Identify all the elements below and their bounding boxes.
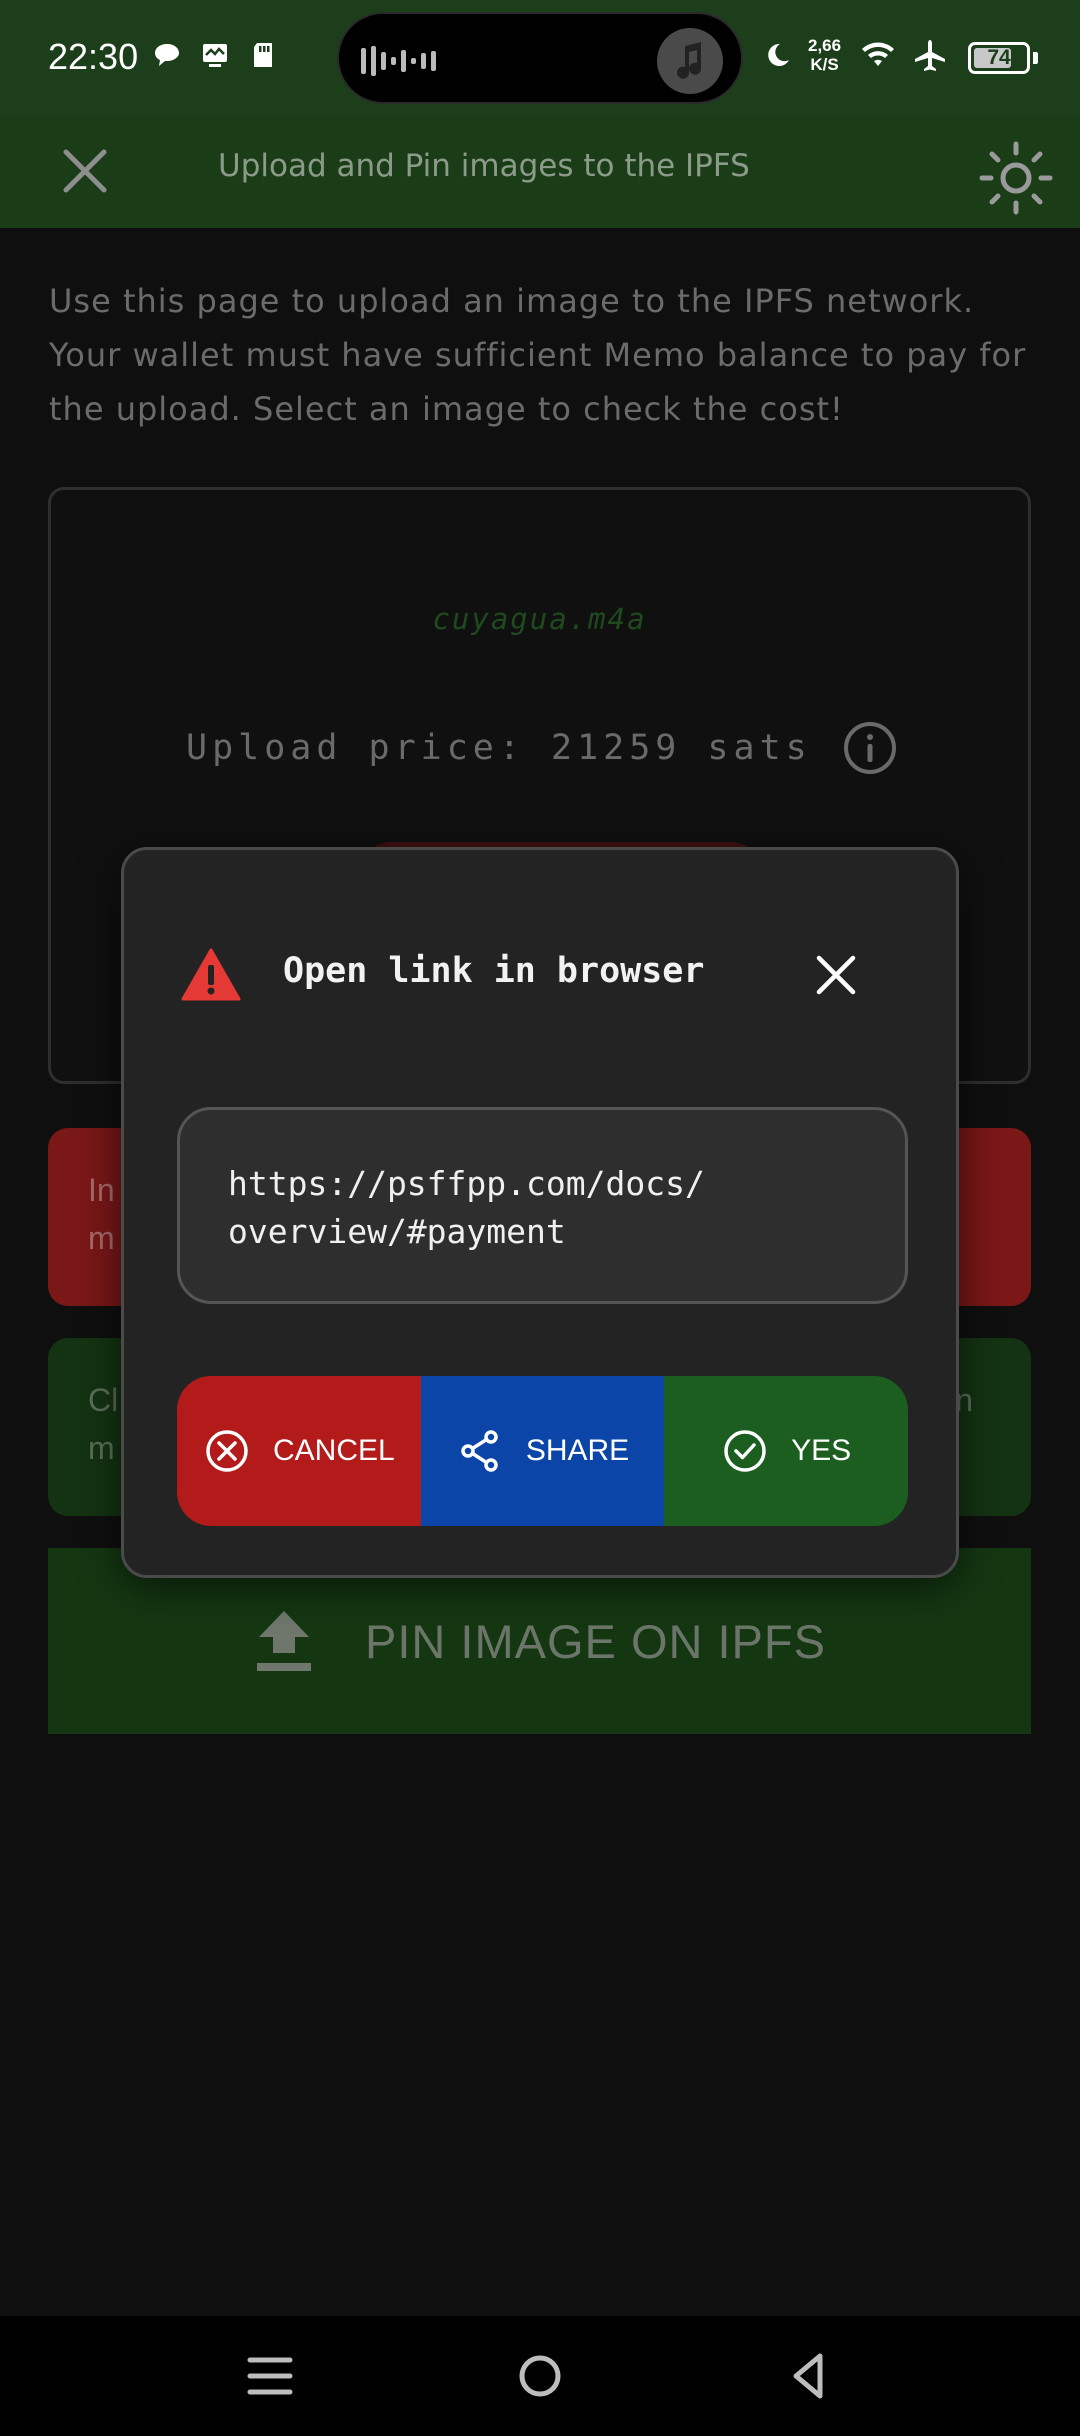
share-label: SHARE xyxy=(525,1434,630,1467)
pin-image-label: PIN IMAGE ON IPFS xyxy=(365,1614,826,1668)
battery-tip xyxy=(1033,52,1038,64)
share-icon xyxy=(461,1430,498,1472)
warning-icon xyxy=(181,948,241,1001)
wifi-icon xyxy=(862,42,894,66)
close-icon[interactable] xyxy=(58,144,112,198)
dialog-actions: CANCEL SHARE YES xyxy=(177,1376,908,1526)
airplane-icon xyxy=(915,40,945,71)
page-title: Upload and Pin images to the IPFS xyxy=(218,148,750,184)
network-speed-value: 2,66 xyxy=(808,36,842,55)
cancel-circle-icon xyxy=(206,1430,248,1472)
dialog-close-icon[interactable] xyxy=(814,953,858,997)
sd-card-icon xyxy=(254,43,272,67)
info-banner-line-1: Cl xyxy=(88,1382,119,1418)
info-banner-text: Cl m xyxy=(88,1376,118,1472)
menu-icon[interactable] xyxy=(240,2346,300,2406)
network-speed: 2,66 K/S xyxy=(808,36,841,74)
battery-icon: 74 xyxy=(968,42,1030,74)
audio-wave-icon xyxy=(361,46,436,76)
network-speed-unit: K/S xyxy=(810,55,839,74)
upload-price-row: Upload price: 21259 sats xyxy=(186,718,898,778)
music-icon[interactable] xyxy=(657,28,723,94)
info-icon[interactable] xyxy=(842,720,898,776)
navigation-bar xyxy=(0,2316,1080,2436)
dynamic-island[interactable] xyxy=(337,12,743,104)
error-banner-text: In m xyxy=(88,1166,115,1262)
error-banner-line-1: In xyxy=(88,1172,115,1208)
cancel-button[interactable]: CANCEL xyxy=(177,1376,421,1526)
home-icon[interactable] xyxy=(510,2346,570,2406)
upload-price: Upload price: 21259 sats xyxy=(186,728,812,768)
app-bar: Upload and Pin images to the IPFS xyxy=(0,116,1080,228)
battery-level: 74 xyxy=(987,46,1011,69)
link-url-field[interactable]: https://psffpp.com/docs/ overview/#payme… xyxy=(177,1107,908,1304)
info-banner-line-2: m xyxy=(88,1430,115,1466)
share-button[interactable]: SHARE xyxy=(420,1376,665,1526)
link-url-line-1: https://psffpp.com/docs/ xyxy=(228,1164,705,1203)
check-circle-icon xyxy=(724,1430,766,1472)
sun-icon[interactable] xyxy=(978,140,1054,216)
dialog-title: Open link in browser xyxy=(283,951,705,991)
upload-icon xyxy=(257,1611,312,1671)
yes-label: YES xyxy=(791,1434,852,1467)
error-banner-line-2: m xyxy=(88,1220,115,1256)
page-description: Use this page to upload an image to the … xyxy=(49,282,1027,428)
status-time: 22:30 xyxy=(48,36,139,77)
monitor-icon xyxy=(203,44,227,67)
selected-filename: cuyagua.m4a xyxy=(432,602,647,636)
yes-button[interactable]: YES xyxy=(664,1376,908,1526)
status-bar: 22:30 2,66 K/S 74 xyxy=(0,0,1080,116)
cancel-label: CANCEL xyxy=(272,1434,395,1467)
chat-icon xyxy=(155,44,179,66)
back-icon[interactable] xyxy=(780,2346,840,2406)
open-link-dialog: Open link in browser https://psffpp.com/… xyxy=(121,847,959,1578)
link-url-line-2: overview/#payment xyxy=(228,1212,566,1251)
moon-icon xyxy=(768,43,789,66)
